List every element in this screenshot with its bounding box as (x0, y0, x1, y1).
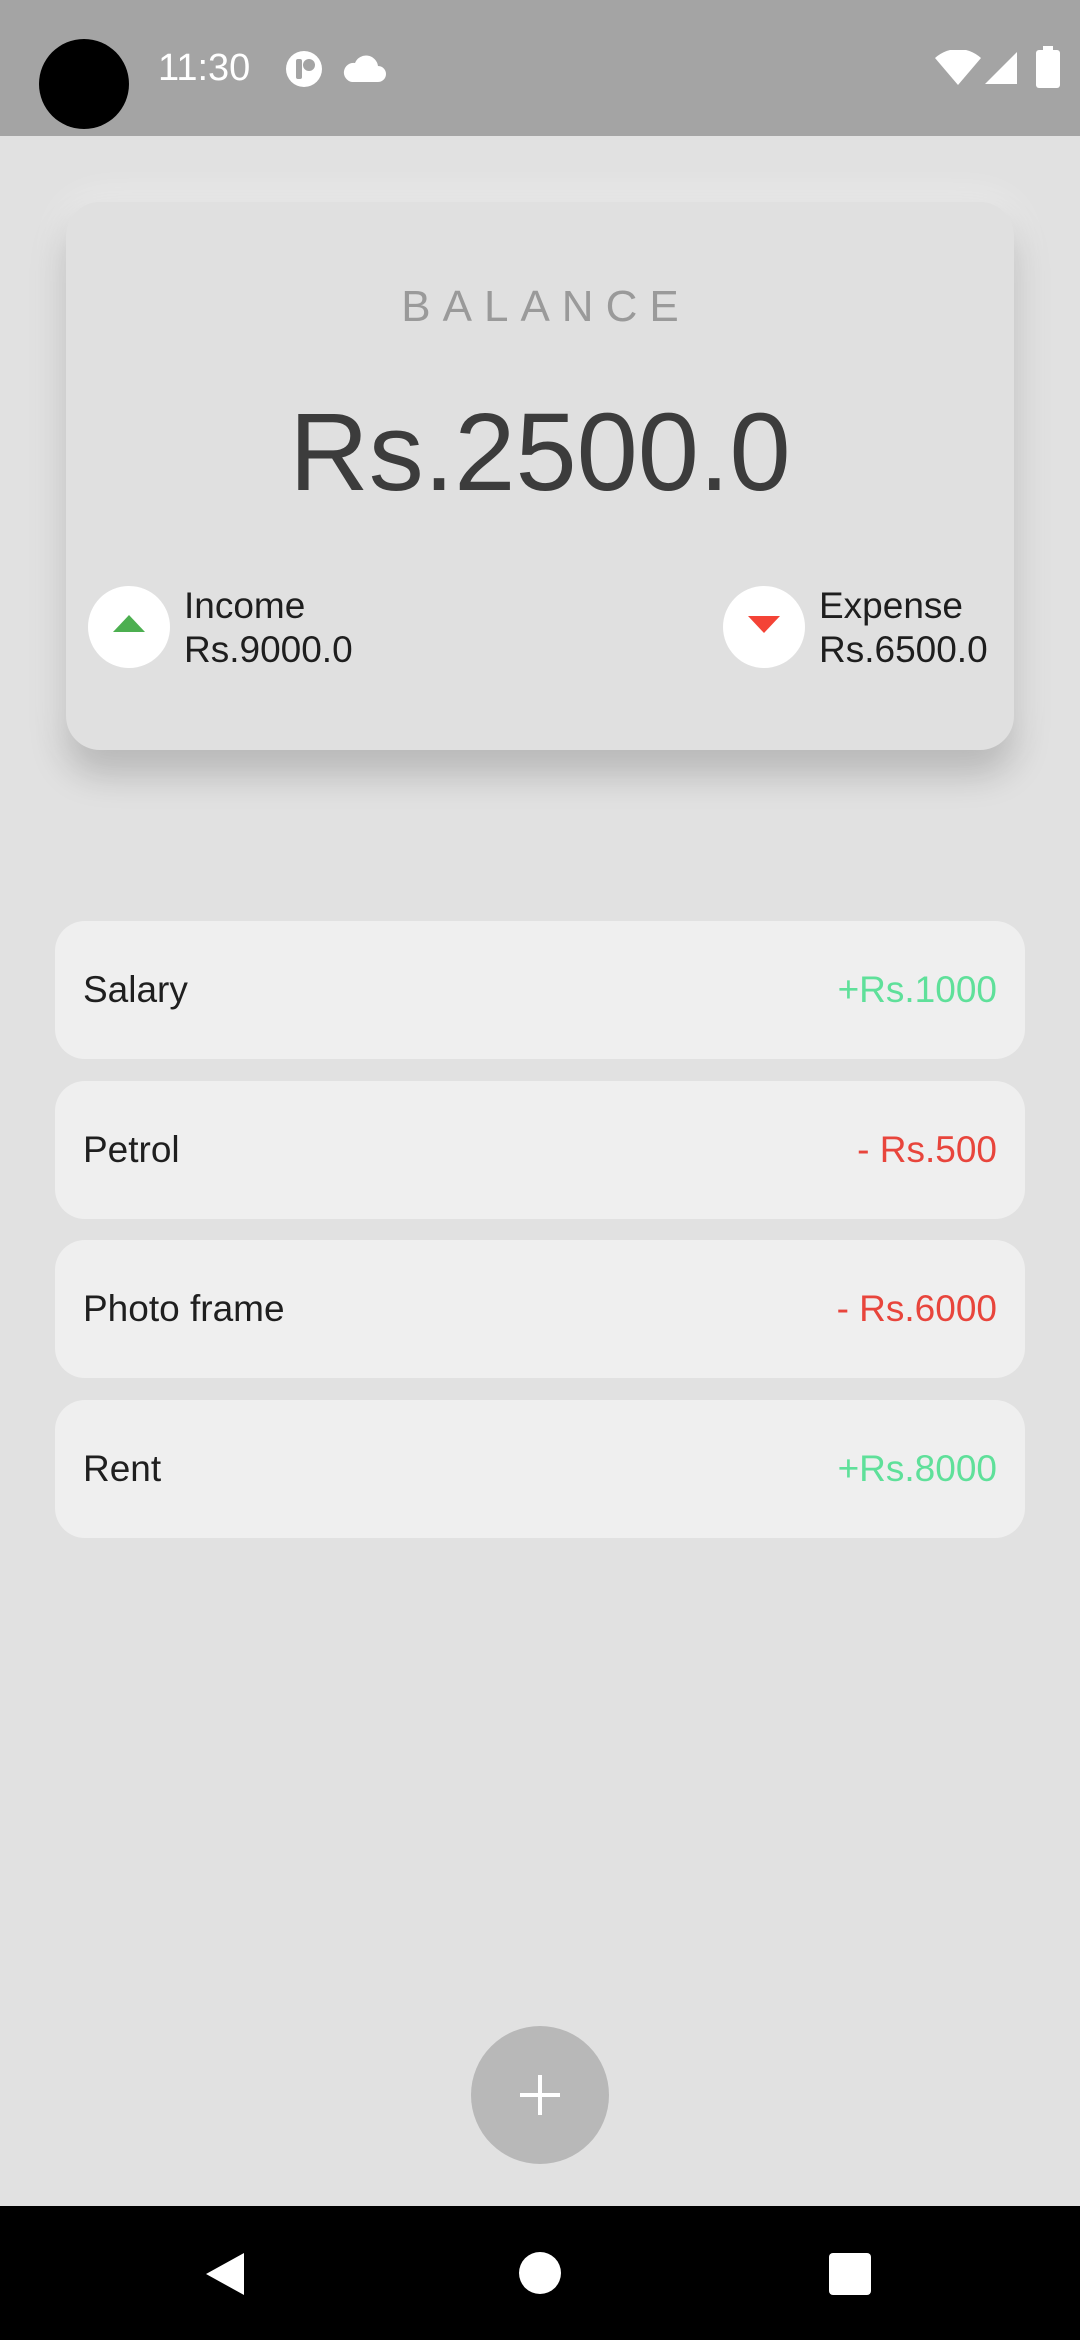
add-transaction-button[interactable] (471, 2026, 609, 2164)
transaction-amount: - Rs.6000 (836, 1288, 997, 1329)
transaction-name: Photo frame (83, 1288, 285, 1329)
transaction-row-photo-frame[interactable]: Photo frame - Rs.6000 (55, 1240, 1025, 1378)
balance-amount: Rs.2500.0 (289, 391, 791, 514)
arrow-down-icon (748, 616, 780, 633)
transaction-name: Salary (83, 969, 188, 1010)
signal-icon (985, 52, 1017, 84)
transaction-name: Petrol (83, 1129, 180, 1170)
income-indicator (88, 586, 170, 668)
recents-icon[interactable] (829, 2253, 871, 2295)
transaction-row-petrol[interactable]: Petrol - Rs.500 (55, 1081, 1025, 1219)
transaction-row-rent[interactable]: Rent +Rs.8000 (55, 1400, 1025, 1538)
status-bar: 11:30 (0, 0, 1080, 136)
transaction-amount: +Rs.1000 (837, 969, 997, 1010)
expense-indicator (723, 586, 805, 668)
plus-icon (520, 2075, 560, 2115)
income-label: Income (184, 585, 306, 626)
navigation-bar (0, 2206, 1080, 2340)
cloud-icon (343, 55, 386, 82)
notification-app-icon (286, 51, 322, 87)
income-amount: Rs.9000.0 (184, 629, 353, 670)
battery-icon (1036, 46, 1060, 88)
expense-amount: Rs.6500.0 (819, 629, 988, 670)
balance-card: BALANCE Rs.2500.0 Income Rs.9000.0 Expen… (66, 202, 1014, 750)
wifi-icon (935, 50, 981, 85)
transaction-name: Rent (83, 1448, 162, 1489)
transaction-row-salary[interactable]: Salary +Rs.1000 (55, 921, 1025, 1059)
arrow-up-icon (113, 615, 145, 632)
transaction-amount: - Rs.500 (857, 1129, 997, 1170)
camera-cutout (39, 39, 129, 129)
expense-label: Expense (819, 585, 963, 626)
balance-label: BALANCE (401, 282, 691, 331)
home-icon[interactable] (518, 2251, 562, 2295)
back-icon[interactable] (204, 2251, 246, 2297)
status-time: 11:30 (158, 47, 251, 89)
transaction-amount: +Rs.8000 (837, 1448, 997, 1489)
